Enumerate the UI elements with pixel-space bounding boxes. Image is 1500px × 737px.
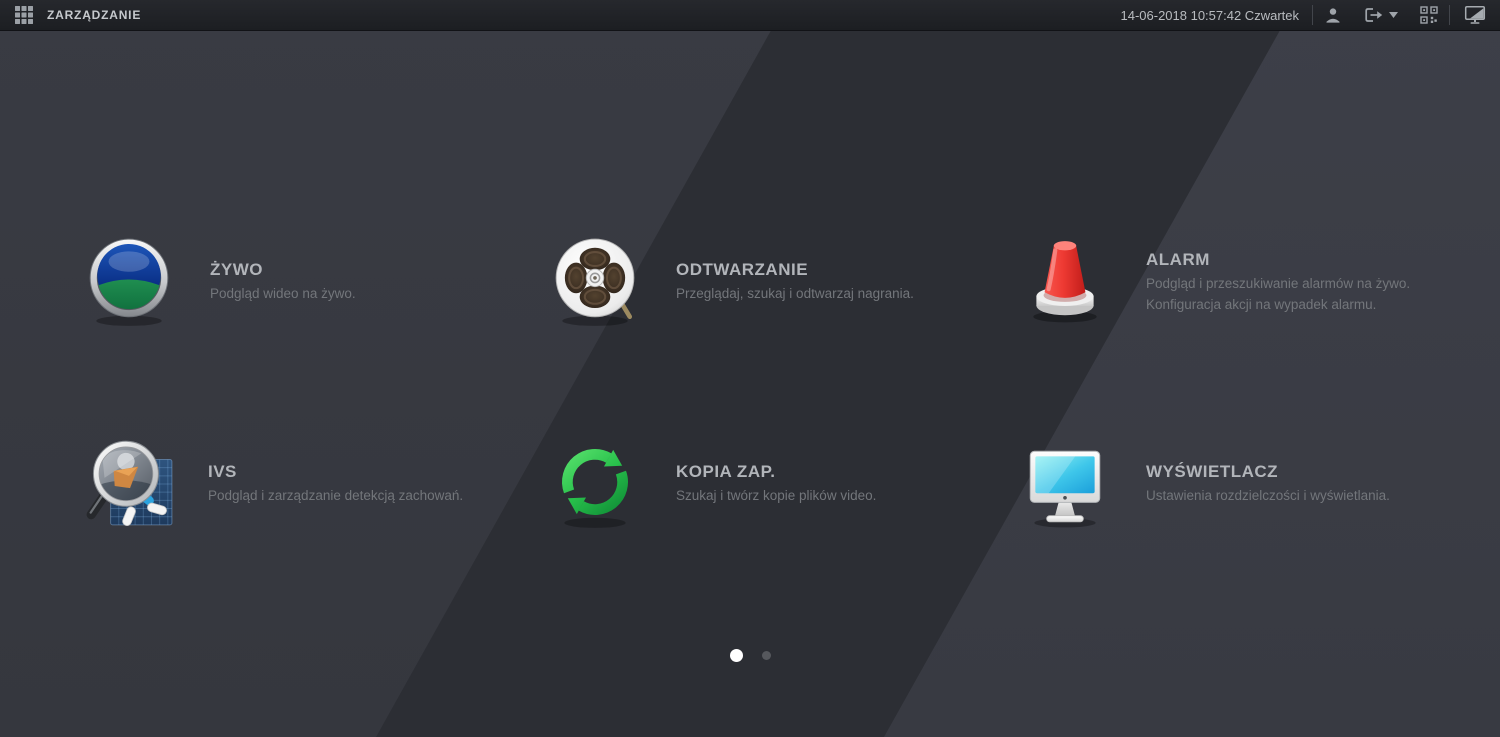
qr-code-button[interactable]	[1409, 0, 1449, 30]
menu-item-text: ALARM Podgląd i przeszukiwanie alarmów n…	[1146, 250, 1410, 315]
menu-item-wyswietlacz[interactable]: WYŚWIETLACZ Ustawienia rozdzielczości i …	[1022, 436, 1390, 532]
menu-item-title: WYŚWIETLACZ	[1146, 462, 1279, 482]
playback-film-reel-icon	[552, 235, 638, 329]
top-bar: ZARZĄDZANIE 14-06-2018 10:57:42 Czwartek	[0, 0, 1500, 31]
menu-item-text: ODTWARZANIE Przeglądaj, szukaj i odtwarz…	[676, 260, 914, 304]
logout-button[interactable]	[1353, 0, 1409, 30]
alarm-siren-icon	[1022, 235, 1108, 329]
ivs-magnifier-icon	[84, 437, 174, 531]
menu-item-ivs[interactable]: IVS Podgląd i zarządzanie detekcją zacho…	[84, 436, 463, 532]
menu-item-title: ALARM	[1146, 249, 1210, 269]
menu-item-text: IVS Podgląd i zarządzanie detekcją zacho…	[208, 462, 463, 506]
menu-item-desc: Przeglądaj, szukaj i odtwarzaj nagrania.	[676, 286, 914, 302]
backup-sync-icon	[552, 437, 638, 531]
menu-item-desc: Szukaj i twórz kopie plików video.	[676, 488, 877, 504]
menu-item-text: WYŚWIETLACZ Ustawienia rozdzielczości i …	[1146, 462, 1390, 506]
menu-item-odtwarzanie[interactable]: ODTWARZANIE Przeglądaj, szukaj i odtwarz…	[552, 234, 914, 330]
menu-item-alarm[interactable]: ALARM Podgląd i przeszukiwanie alarmów n…	[1022, 234, 1410, 330]
page-dot-1[interactable]	[729, 648, 743, 662]
top-bar-left: ZARZĄDZANIE	[0, 5, 141, 25]
page-title: ZARZĄDZANIE	[47, 8, 142, 22]
display-adjust-button[interactable]	[1450, 0, 1500, 30]
datetime-text: 14-06-2018 10:57:42 Czwartek	[1120, 7, 1299, 23]
menu-item-desc: Ustawienia rozdzielczości i wyświetlania…	[1146, 488, 1390, 504]
menu-item-desc: Podgląd wideo na żywo.	[210, 286, 356, 302]
qr-code-icon	[1420, 6, 1438, 24]
menu-item-desc: Podgląd i zarządzanie detekcją zachowań.	[208, 488, 464, 504]
page-dots	[0, 646, 1500, 664]
menu-item-desc: Podgląd i przeszukiwanie alarmów na żywo…	[1146, 275, 1411, 291]
menu-item-title: IVS	[208, 462, 237, 482]
apps-grid-icon[interactable]	[14, 5, 34, 25]
menu-item-kopia-zap[interactable]: KOPIA ZAP. Szukaj i twórz kopie plików v…	[552, 436, 876, 532]
user-icon	[1326, 8, 1340, 23]
chevron-down-icon	[1389, 12, 1398, 18]
menu-item-text: ŻYWO Podgląd wideo na żywo.	[210, 260, 356, 304]
live-view-lens-icon	[86, 235, 172, 329]
display-adjust-icon	[1464, 5, 1486, 24]
top-bar-right: 14-06-2018 10:57:42 Czwartek	[1120, 0, 1500, 30]
background-band-right	[884, 0, 1500, 737]
page-dot-2[interactable]	[761, 650, 771, 660]
menu-item-title: KOPIA ZAP.	[676, 462, 776, 482]
menu-item-zywo[interactable]: ŻYWO Podgląd wideo na żywo.	[86, 234, 356, 330]
menu-item-text: KOPIA ZAP. Szukaj i twórz kopie plików v…	[676, 462, 876, 506]
menu-item-title: ŻYWO	[210, 260, 263, 280]
menu-item-title: ODTWARZANIE	[676, 260, 809, 280]
display-monitor-icon	[1022, 437, 1108, 531]
menu-item-desc-line2: Konfiguracja akcji na wypadek alarmu.	[1146, 296, 1377, 312]
background-band-left	[0, 0, 788, 737]
logout-icon	[1365, 8, 1383, 22]
user-button[interactable]	[1313, 0, 1353, 30]
